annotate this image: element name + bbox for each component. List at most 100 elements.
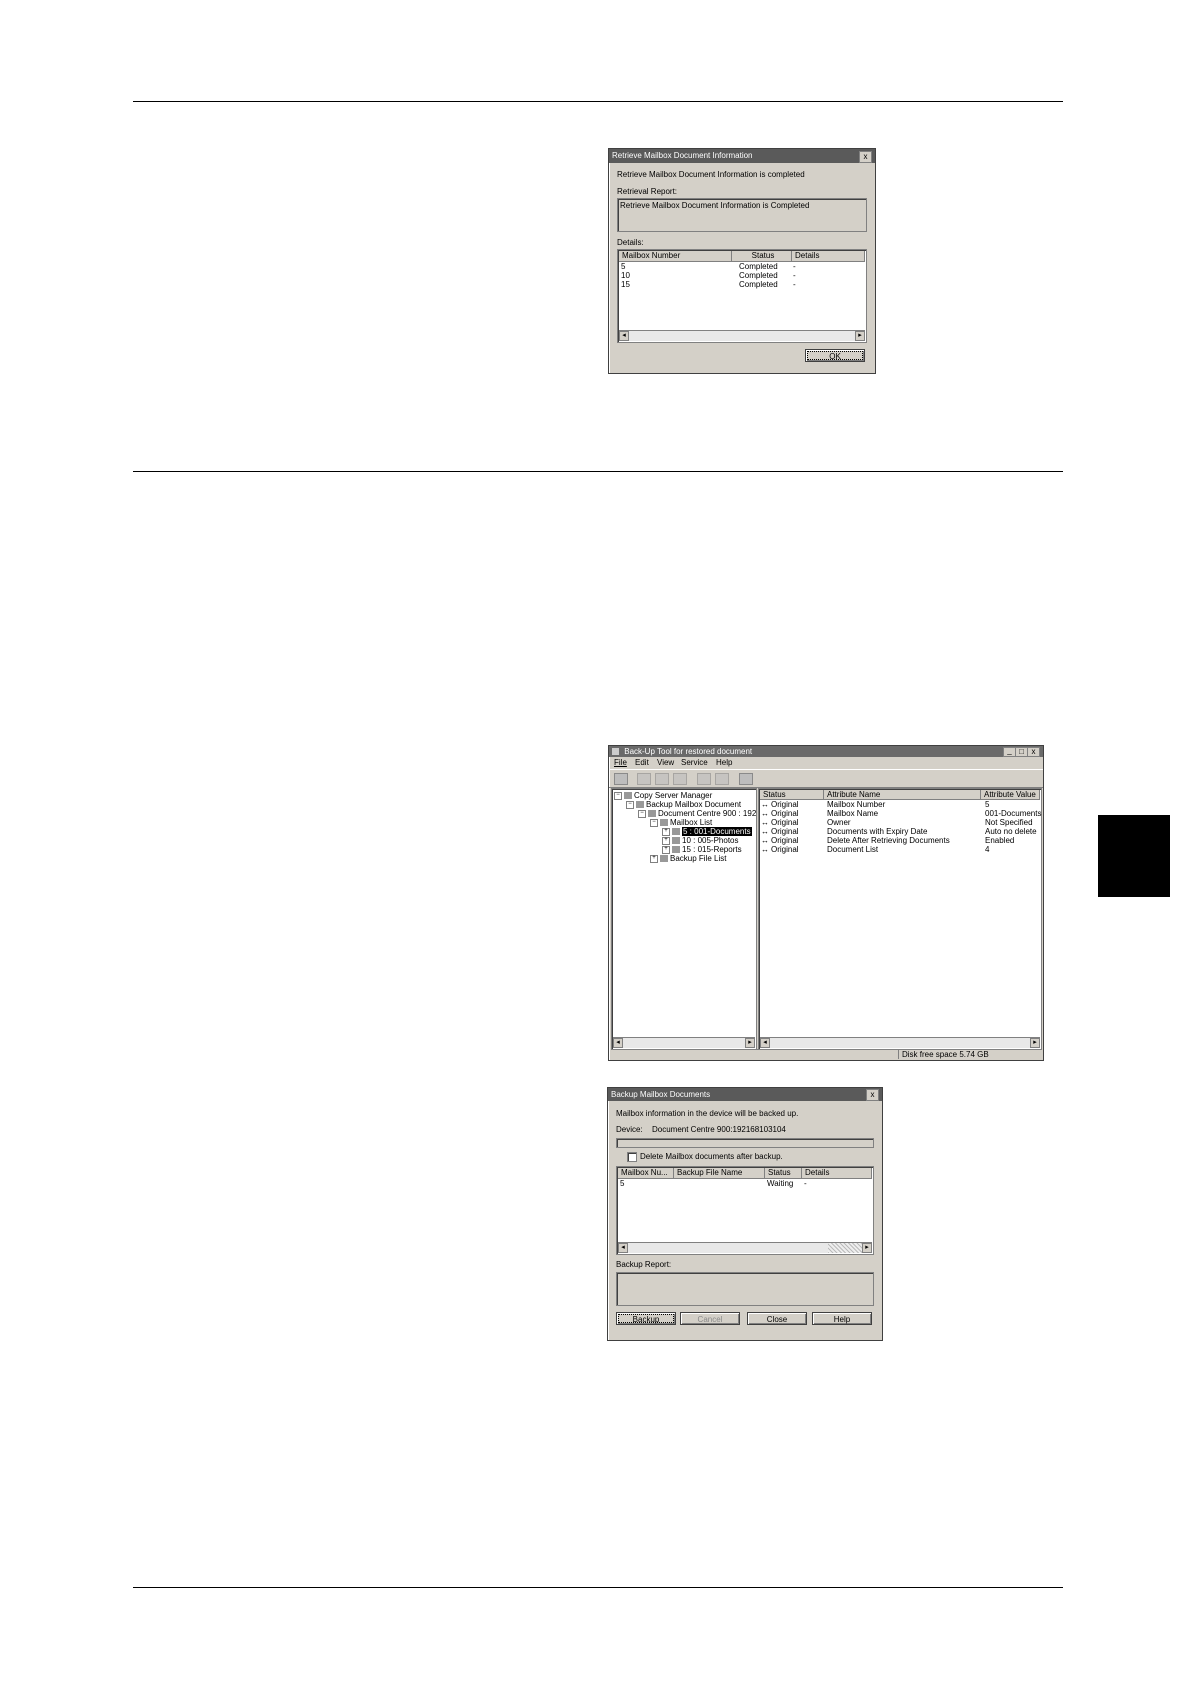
cell-status: Waiting <box>767 1179 794 1188</box>
table-row[interactable]: ↔ Original Document List 4 <box>761 845 1039 854</box>
expand-icon[interactable]: + <box>662 827 670 836</box>
close-icon[interactable]: x <box>1027 747 1040 757</box>
table-row[interactable]: 15 Completed - <box>621 280 861 289</box>
scroll-left-icon[interactable]: ◂ <box>613 1038 623 1048</box>
cell-mailbox: 5 <box>621 262 626 271</box>
backup-mailbox-dialog: Backup Mailbox Documents x Mailbox infor… <box>607 1087 883 1341</box>
scroll-left-icon[interactable]: ◂ <box>618 1243 628 1253</box>
document-list-icon: ↔ <box>761 845 769 854</box>
details-label: Details: <box>617 238 644 247</box>
close-button[interactable]: Close <box>747 1312 807 1325</box>
column-status[interactable]: Status <box>765 1168 802 1178</box>
column-status[interactable]: Status <box>760 790 824 799</box>
header-rule <box>133 101 1063 102</box>
column-status[interactable]: Status <box>732 251 792 261</box>
scroll-left-icon[interactable]: ◂ <box>619 331 629 341</box>
delete-after-backup-checkbox[interactable] <box>627 1152 637 1162</box>
tree-pane[interactable]: − Copy Server Manager − Backup Mailbox Doc… <box>611 788 757 1050</box>
tree-mailbox-item[interactable]: +5 : 001-Documents <box>662 827 752 836</box>
menu-edit[interactable]: Edit <box>635 758 649 767</box>
close-icon[interactable]: x <box>859 151 872 163</box>
column-mailbox-number[interactable]: Mailbox Number <box>619 251 732 261</box>
copy-icon[interactable] <box>739 773 753 785</box>
table-row[interactable]: ↔ Original Owner Not Specified <box>761 818 1039 827</box>
column-attribute-name[interactable]: Attribute Name <box>824 790 981 799</box>
printer-icon <box>648 810 656 818</box>
properties-icon[interactable] <box>715 773 729 785</box>
column-mailbox-number[interactable]: Mailbox Nu... <box>618 1168 674 1178</box>
menu-file[interactable]: File <box>614 758 627 767</box>
cell-status: Original <box>771 809 799 818</box>
tree-horizontal-scrollbar[interactable]: ◂ ▸ <box>613 1037 755 1048</box>
details-list[interactable]: Mailbox Number Status Details 5 Complete… <box>617 249 867 343</box>
save-icon[interactable] <box>614 773 628 785</box>
attribute-list[interactable]: Status Attribute Name Attribute Value ↔ … <box>758 788 1042 1050</box>
expand-icon[interactable]: + <box>650 854 658 863</box>
cell-status: Completed <box>739 271 778 280</box>
status-panel-disk: Disk free space 5.74 GB <box>898 1050 1042 1059</box>
refresh-icon[interactable] <box>673 773 687 785</box>
disk-free-space: Disk free space 5.74 GB <box>902 1050 989 1059</box>
search-icon[interactable] <box>697 773 711 785</box>
ok-button[interactable]: OK <box>805 349 865 362</box>
mailbox-icon <box>672 846 680 854</box>
tree-root[interactable]: − Copy Server Manager <box>614 791 712 800</box>
cancel-button[interactable]: Cancel <box>680 1312 740 1325</box>
tree-label: Document Centre 900 : 192 <box>658 809 757 818</box>
menu-view[interactable]: View <box>657 758 674 767</box>
tree-label: Mailbox List <box>670 818 713 827</box>
tree-mailbox-list[interactable]: − Mailbox List <box>650 818 712 827</box>
collapse-icon[interactable]: − <box>638 809 646 818</box>
collapse-icon[interactable]: − <box>626 800 634 809</box>
table-row[interactable]: 5 Waiting - <box>620 1179 870 1188</box>
table-row[interactable]: ↔ Original Mailbox Number 5 <box>761 800 1039 809</box>
tree-device[interactable]: − Document Centre 900 : 192 <box>638 809 756 818</box>
forward-icon[interactable] <box>655 773 669 785</box>
backup-list[interactable]: Mailbox Nu... Backup File Name Status De… <box>616 1166 874 1255</box>
table-row[interactable]: 5 Completed - <box>621 262 861 271</box>
scroll-right-icon[interactable]: ▸ <box>855 331 865 341</box>
collapse-icon[interactable]: − <box>614 791 622 800</box>
menu-service[interactable]: Service <box>681 758 708 767</box>
cell-attribute-value: Not Specified <box>985 818 1033 827</box>
dialog-title: Backup Mailbox Documents <box>611 1090 711 1099</box>
attribute-horizontal-scrollbar[interactable]: ◂ ▸ <box>760 1037 1040 1048</box>
horizontal-scrollbar[interactable]: ◂ ▸ <box>618 1242 872 1253</box>
horizontal-scrollbar[interactable]: ◂ ▸ <box>619 330 865 341</box>
backup-button[interactable]: Backup <box>616 1312 676 1325</box>
scroll-right-icon[interactable]: ▸ <box>862 1243 872 1253</box>
scroll-left-icon[interactable]: ◂ <box>760 1038 770 1048</box>
column-backup-file-name[interactable]: Backup File Name <box>674 1168 765 1178</box>
cell-attribute-name: Mailbox Number <box>827 800 886 809</box>
table-row[interactable]: ↔ Original Documents with Expiry Date Au… <box>761 827 1039 836</box>
table-row[interactable]: 10 Completed - <box>621 271 861 280</box>
cell-attribute-name: Delete After Retrieving Documents <box>827 836 950 845</box>
cell-attribute-value: Enabled <box>985 836 1015 845</box>
table-row[interactable]: ↔ Original Mailbox Name 001-Documents <box>761 809 1041 818</box>
completion-message: Retrieve Mailbox Document Information is… <box>617 170 805 179</box>
scroll-right-icon[interactable]: ▸ <box>745 1038 755 1048</box>
column-details[interactable]: Details <box>792 251 865 261</box>
close-icon[interactable]: x <box>866 1089 879 1101</box>
collapse-icon[interactable]: − <box>650 818 658 827</box>
tree-mailbox-item[interactable]: +10 : 005-Photos <box>662 836 738 845</box>
scroll-right-icon[interactable]: ▸ <box>1030 1038 1040 1048</box>
tree-backup-mailbox[interactable]: − Backup Mailbox Document <box>626 800 741 809</box>
file-list-icon <box>660 855 668 863</box>
expand-icon[interactable]: + <box>662 845 670 854</box>
column-attribute-value[interactable]: Attribute Value <box>981 790 1040 799</box>
expand-icon[interactable]: + <box>662 836 670 845</box>
back-icon[interactable] <box>637 773 651 785</box>
tree-label: 5 : 001-Documents <box>682 827 752 836</box>
scroll-track[interactable] <box>828 1243 862 1253</box>
help-button[interactable]: Help <box>812 1312 872 1325</box>
dialog-titlebar: Backup Mailbox Documents x <box>608 1088 882 1101</box>
menu-help[interactable]: Help <box>716 758 732 767</box>
backup-report-label: Backup Report: <box>616 1260 672 1269</box>
tree-backup-file-list[interactable]: + Backup File List <box>650 854 726 863</box>
table-row[interactable]: ↔ Original Delete After Retrieving Docum… <box>761 836 1039 845</box>
tree-mailbox-item[interactable]: +15 : 015-Reports <box>662 845 742 854</box>
tree-label: 15 : 015-Reports <box>682 845 742 854</box>
mailbox-list-icon <box>660 819 668 827</box>
column-details[interactable]: Details <box>802 1168 872 1178</box>
